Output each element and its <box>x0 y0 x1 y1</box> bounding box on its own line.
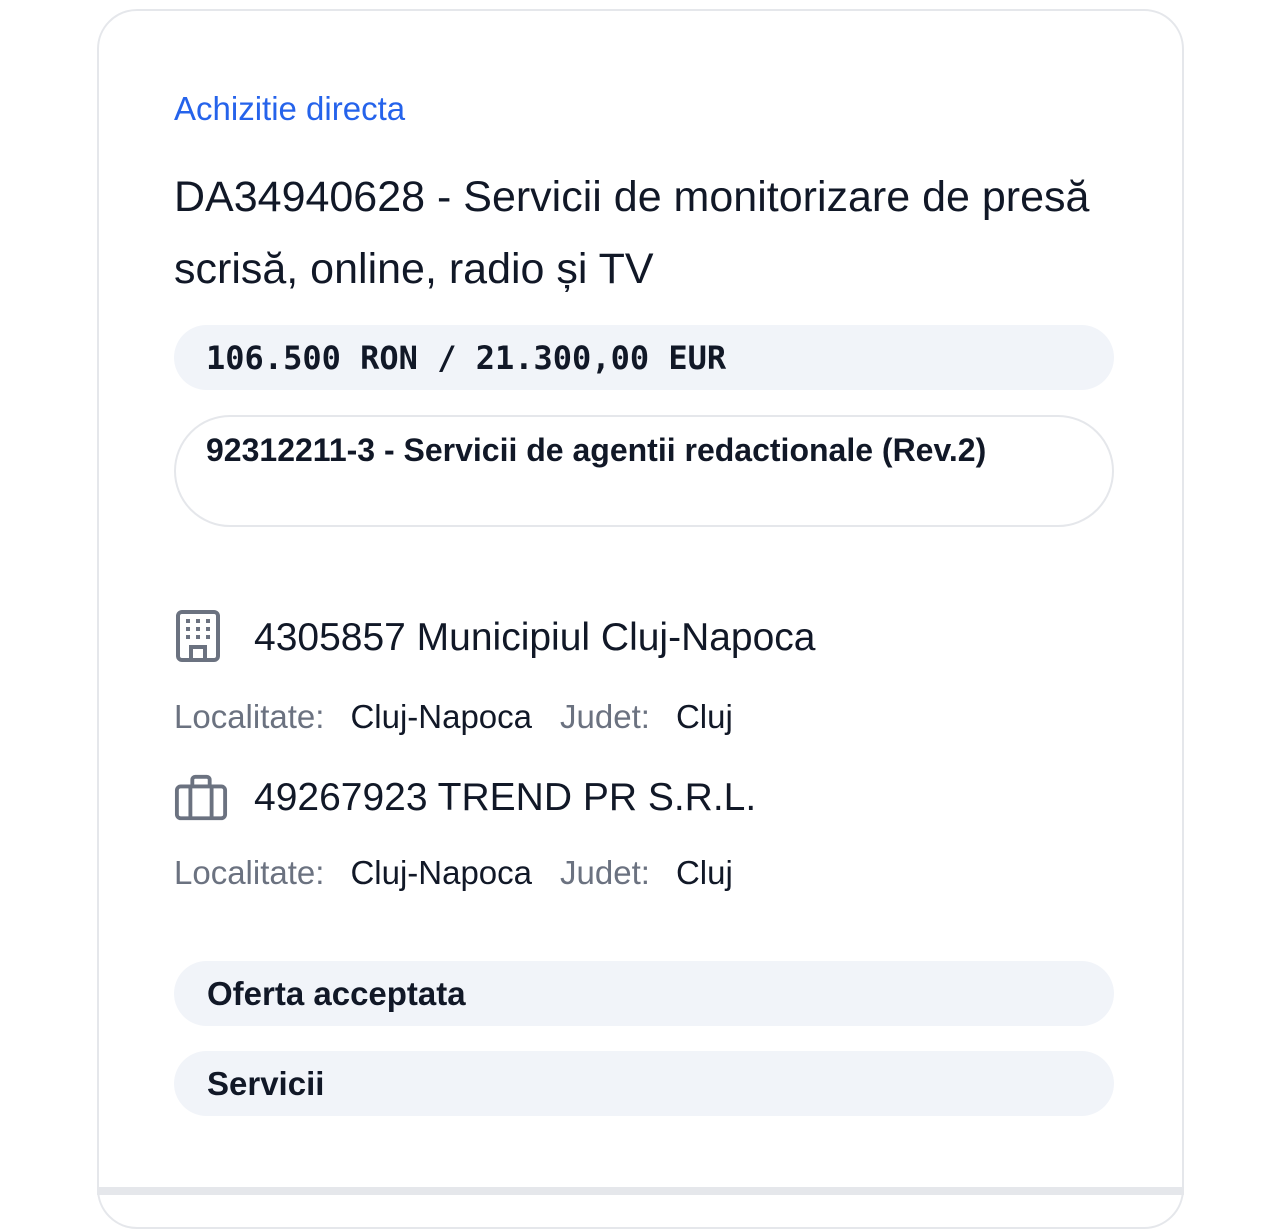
authority-name[interactable]: 4305857 Municipiul Cluj-Napoca <box>254 614 816 662</box>
authority-row[interactable]: 4305857 Municipiul Cluj-Napoca <box>174 610 816 665</box>
supplier-county: Cluj <box>675 854 733 891</box>
building-icon <box>174 610 228 665</box>
cpv-badge[interactable]: 92312211-3 - Servicii de agentii redacti… <box>174 415 1114 527</box>
supplier-row[interactable]: 49267923 TREND PR S.R.L. <box>174 771 756 825</box>
authority-meta: Localitate: Cluj-Napoca Judet: Cluj <box>174 697 733 737</box>
authority-county-label: Judet: <box>560 698 650 735</box>
status-text: Oferta acceptata <box>207 974 466 1012</box>
status-badge: Oferta acceptata <box>174 961 1114 1026</box>
procurement-type-link[interactable]: Achizitie directa <box>174 89 405 129</box>
value-badge: 106.500 RON / 21.300,00 EUR <box>174 325 1114 390</box>
category-text: Servicii <box>207 1064 325 1102</box>
supplier-locality: Cluj-Napoca <box>350 854 533 891</box>
divider <box>97 1187 1184 1195</box>
category-badge: Servicii <box>174 1051 1114 1116</box>
procurement-card[interactable]: Achizitie directa DA34940628 - Servicii … <box>97 9 1184 1229</box>
supplier-name[interactable]: 49267923 TREND PR S.R.L. <box>254 774 756 822</box>
supplier-meta: Localitate: Cluj-Napoca Judet: Cluj <box>174 853 733 893</box>
authority-locality-label: Localitate: <box>174 698 325 735</box>
cpv-text: 92312211-3 - Servicii de agentii redacti… <box>206 432 987 468</box>
supplier-locality-label: Localitate: <box>174 854 325 891</box>
supplier-county-label: Judet: <box>560 854 650 891</box>
authority-locality: Cluj-Napoca <box>350 698 533 735</box>
briefcase-icon <box>174 771 228 825</box>
value-text: 106.500 RON / 21.300,00 EUR <box>206 338 727 377</box>
procurement-title[interactable]: DA34940628 - Servicii de monitorizare de… <box>174 161 1094 305</box>
authority-county: Cluj <box>675 698 733 735</box>
